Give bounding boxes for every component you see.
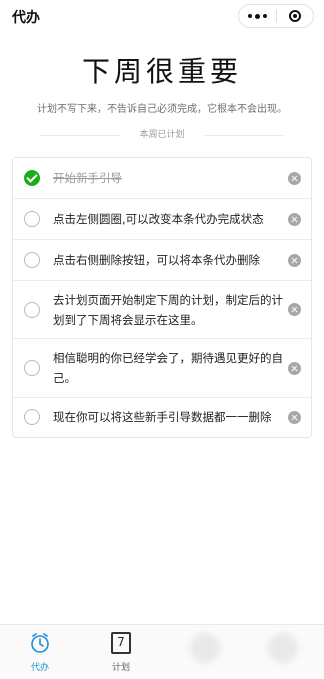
checkbox-circle-icon[interactable] [24, 252, 40, 268]
task-text: 开始新手引导 [53, 171, 122, 185]
task-text: 点击左侧圆圈,可以改变本条代办完成状态 [53, 212, 264, 226]
task-item: 点击左侧圆圈,可以改变本条代办完成状态 [13, 199, 311, 240]
menu-capsule [238, 4, 314, 28]
page-title: 下周很重要 [81, 55, 242, 88]
task-item: 开始新手引导 [13, 158, 311, 199]
section-divider: 本周已计划 [40, 128, 284, 142]
blurred-area [190, 633, 220, 663]
delete-icon[interactable] [288, 172, 301, 185]
task-item: 相信聪明的你已经学会了，期待遇见更好的自己。 [13, 339, 311, 398]
delete-icon[interactable] [288, 303, 301, 316]
navigation-bar: 代办 [0, 0, 324, 32]
calendar-icon-number: 7 [117, 635, 125, 649]
checkbox-circle-icon[interactable] [24, 360, 40, 376]
delete-icon[interactable] [288, 213, 301, 226]
more-dots-icon[interactable] [239, 5, 276, 27]
page-subtitle: 计划不写下来，不告诉自己必须完成，它根本不会出现。 [37, 104, 287, 115]
task-item: 现在你可以将这些新手引导数据都一一删除 [13, 398, 311, 437]
delete-icon[interactable] [288, 254, 301, 267]
section-label: 本周已计划 [139, 130, 185, 140]
task-list: 开始新手引导 点击左侧圆圈,可以改变本条代办完成状态 点击右侧删除按钮，可以将本… [12, 157, 312, 438]
checkbox-circle-icon[interactable] [24, 211, 40, 227]
task-text: 点击右侧删除按钮，可以将本条代办删除 [53, 253, 260, 267]
checkbox-checked-icon[interactable] [24, 170, 40, 186]
nav-title: 代办 [12, 10, 40, 26]
checkbox-circle-icon[interactable] [24, 409, 40, 425]
tab-plan[interactable]: 7 计划 [81, 625, 161, 679]
task-text: 相信聪明的你已经学会了，期待遇见更好的自己。 [53, 351, 283, 385]
blurred-area [268, 633, 298, 663]
tab-plan-label: 计划 [111, 663, 130, 673]
tab-todo-label: 代办 [30, 663, 49, 673]
tab-bar: 代办 7 计划 [0, 624, 324, 679]
delete-icon[interactable] [288, 362, 301, 375]
checkbox-circle-icon[interactable] [24, 302, 40, 318]
clock-icon [31, 633, 49, 653]
target-circle-icon[interactable] [277, 5, 313, 27]
task-item: 去计划页面开始制定下周的计划，制定后的计划到了下周将会显示在这里。 [13, 281, 311, 339]
task-text: 去计划页面开始制定下周的计划，制定后的计划到了下周将会显示在这里。 [53, 293, 283, 327]
task-item: 点击右侧删除按钮，可以将本条代办删除 [13, 240, 311, 281]
delete-icon[interactable] [288, 411, 301, 424]
calendar-icon: 7 [111, 632, 131, 654]
task-text: 现在你可以将这些新手引导数据都一一删除 [53, 410, 272, 424]
tab-todo[interactable]: 代办 [0, 625, 80, 679]
